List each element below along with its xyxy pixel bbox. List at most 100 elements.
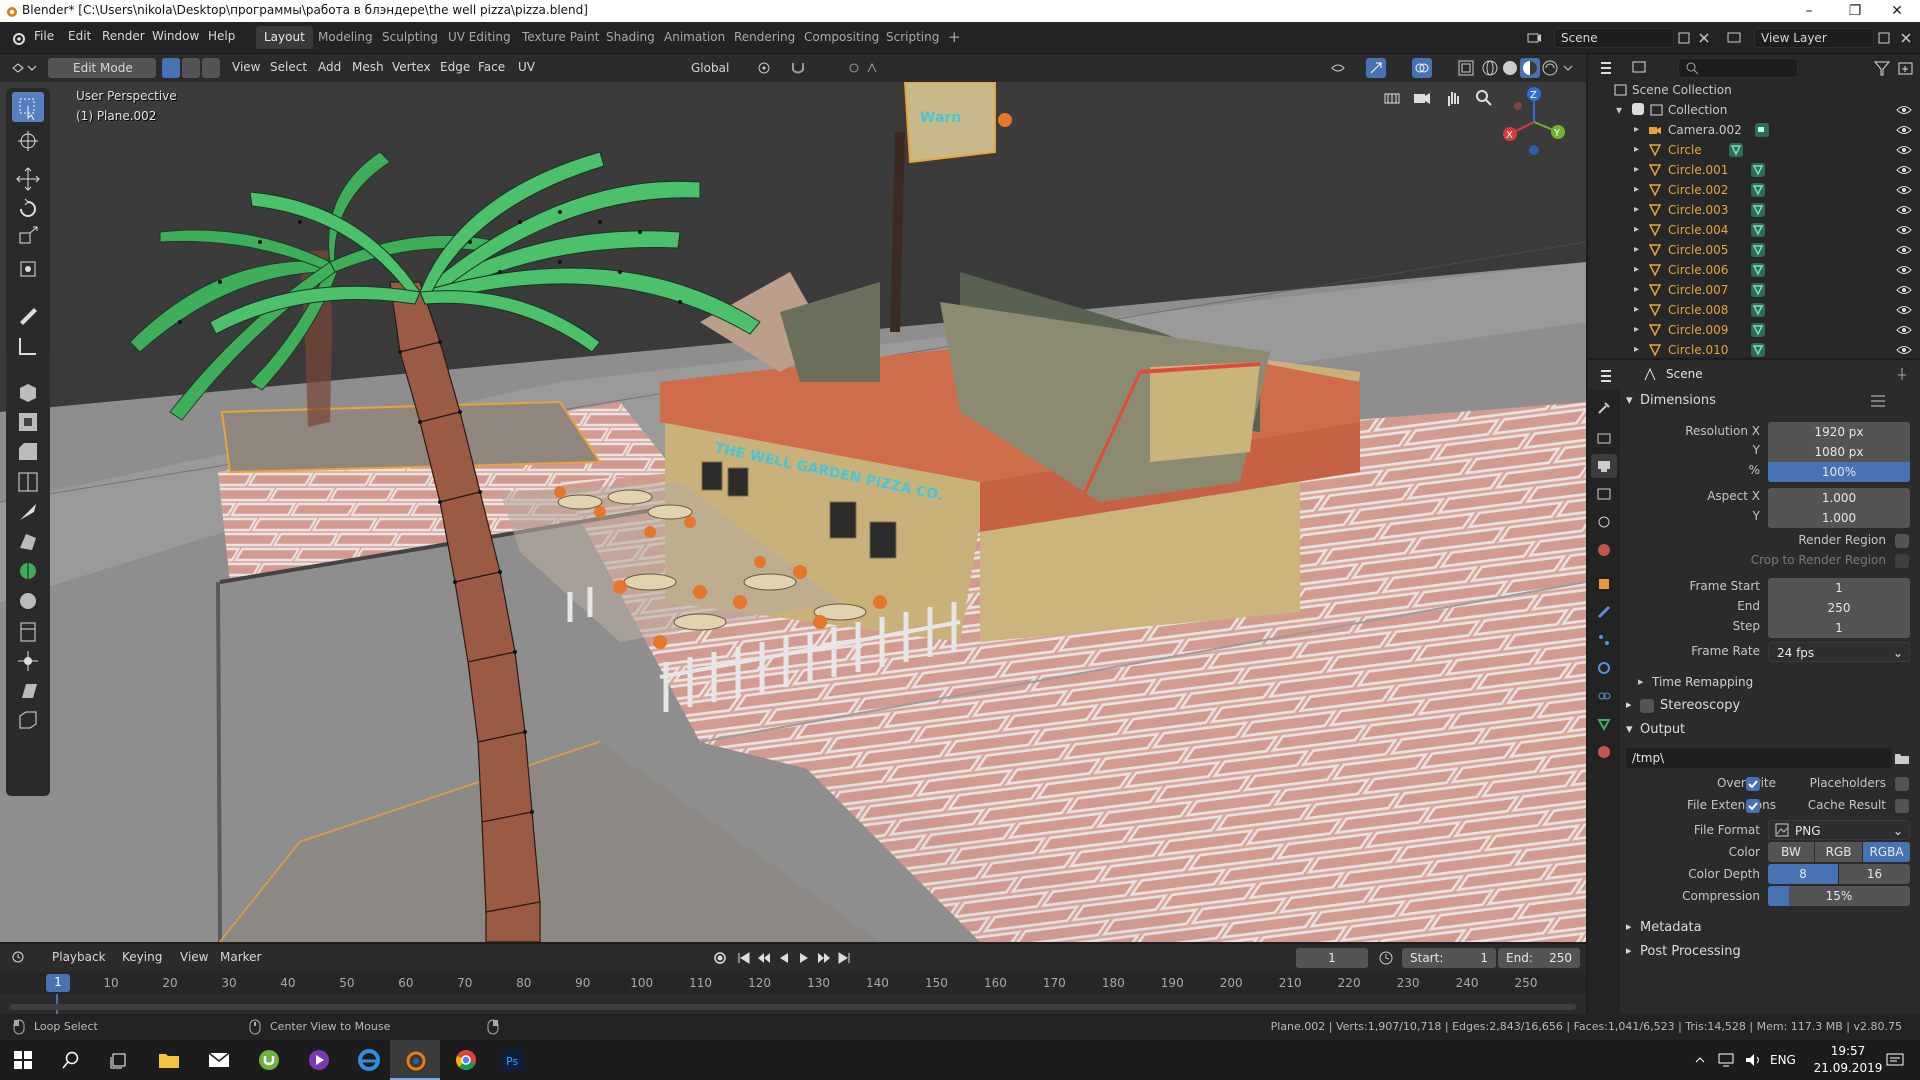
hidden-icons-chevron-icon[interactable] [1694,1054,1706,1066]
constraints-tab-icon[interactable] [1596,688,1612,704]
annotate-tool[interactable] [12,300,44,330]
zoom-view-icon[interactable] [1474,88,1494,108]
select-box-tool[interactable] [12,92,44,122]
color-bw-button[interactable]: BW [1768,842,1814,862]
scene-icon[interactable] [1526,30,1542,46]
expand-item-icon[interactable]: ▸ [1634,180,1639,200]
frame-step-field[interactable]: 1 [1768,618,1910,638]
action-center-icon[interactable] [1886,1052,1904,1068]
cursor-tool[interactable] [12,126,44,156]
post-processing-title[interactable]: Post Processing [1640,944,1741,959]
eye-icon[interactable] [1896,103,1912,117]
frame-start-field[interactable]: 1 [1768,578,1910,598]
metadata-toggle-icon[interactable]: ▸ [1626,920,1632,933]
end-frame-field[interactable]: End: 250 [1498,948,1580,968]
expand-item-icon[interactable]: ▸ [1634,120,1639,140]
viewport-3d[interactable]: THE WELL GARDEN PIZZA CO. Warn Z Y X [0,82,1586,942]
transform-orientation-dropdown[interactable]: Global [670,58,748,78]
pivot-point-icon[interactable] [756,60,786,76]
network-icon[interactable] [1718,1052,1736,1068]
data-tab-icon[interactable] [1596,716,1612,732]
tab-sculpting[interactable]: Sculpting [374,26,446,49]
outliner-scene-collection[interactable]: Scene Collection [1588,80,1920,100]
object-tab-icon[interactable] [1596,576,1612,592]
search-icon[interactable] [62,1051,80,1069]
placeholders-checkbox[interactable] [1895,777,1909,791]
mesh-data-icon[interactable] [1750,182,1766,198]
wireframe-shading-icon[interactable] [1480,58,1500,78]
mesh-data-icon[interactable] [1728,142,1744,158]
outliner-item[interactable]: ▸ Circle.005 [1588,240,1920,260]
menu-window[interactable]: Window [152,29,199,43]
preview-range-clock-icon[interactable] [1378,950,1394,966]
new-view-layer-icon[interactable] [1876,30,1892,46]
compression-slider[interactable]: 15% [1768,886,1910,906]
tab-shading[interactable]: Shading [598,26,663,49]
mesh-data-icon[interactable] [1750,162,1766,178]
clock-date[interactable]: 21.09.2019 [1812,1061,1884,1075]
color-depth-16-button[interactable]: 16 [1839,864,1910,884]
bevel-tool[interactable] [12,436,44,466]
scale-tool[interactable] [12,224,44,254]
clock-time[interactable]: 19:57 [1818,1044,1878,1058]
folder-icon[interactable] [1894,750,1910,766]
photoshop-icon[interactable]: Ps [502,1049,524,1071]
frame-rate-dropdown[interactable]: 24 fps ⌄ [1768,642,1910,662]
expand-item-icon[interactable]: ▸ [1634,200,1639,220]
extrude-tool[interactable] [12,376,44,406]
tab-rendering[interactable]: Rendering [726,26,803,49]
transform-tool[interactable] [12,254,44,284]
pin-icon[interactable] [1894,366,1910,382]
minimize-button[interactable]: – [1786,0,1832,22]
material-shading-icon[interactable] [1520,58,1540,78]
shading-options-icon[interactable] [1562,62,1574,74]
toggle-camera-view-icon[interactable] [1382,88,1402,108]
record-icon[interactable] [712,950,728,966]
rendered-shading-icon[interactable] [1540,58,1560,78]
windows-start-icon[interactable] [14,1051,32,1069]
outliner-item[interactable]: ▸ Circle [1588,140,1920,160]
rotate-tool[interactable] [12,194,44,224]
menu-vertex[interactable]: Vertex [392,60,431,74]
scene-selector[interactable]: Scene [1554,28,1674,48]
resolution-x-field[interactable]: 1920 px [1768,422,1910,442]
menu-edit[interactable]: Edit [68,29,91,43]
expand-item-icon[interactable]: ▸ [1634,300,1639,320]
poly-build-tool[interactable] [12,526,44,556]
outliner-item[interactable]: ▸ Circle.007 [1588,280,1920,300]
mesh-data-icon[interactable] [1750,322,1766,338]
timeline-ruler[interactable]: 1102030405060708090100110120130140150160… [0,972,1586,994]
stereoscopy-checkbox[interactable] [1640,699,1654,713]
dimensions-toggle-icon[interactable]: ▾ [1626,393,1633,408]
outliner-item[interactable]: ▸ Circle.008 [1588,300,1920,320]
view-layer-icon[interactable] [1726,30,1742,46]
file-explorer-icon[interactable] [158,1050,180,1070]
tab-animation[interactable]: Animation [656,26,733,49]
jump-end-icon[interactable] [836,950,852,966]
gizmo-toggle-icon[interactable] [1366,58,1386,78]
next-keyframe-icon[interactable] [816,950,832,966]
outliner-editor-type-icon[interactable] [1598,58,1628,78]
menu-marker[interactable]: Marker [220,950,261,964]
eye-icon[interactable] [1896,243,1912,257]
snap-icon[interactable] [790,60,830,76]
menu-keying[interactable]: Keying [122,950,162,964]
add-workspace-icon[interactable]: + [940,26,969,49]
stereoscopy-toggle-icon[interactable]: ▸ [1626,698,1632,711]
expand-item-icon[interactable]: ▸ [1634,220,1639,240]
new-scene-icon[interactable] [1676,30,1692,46]
media-player-icon[interactable] [308,1049,330,1071]
outliner-item[interactable]: ▸ Circle.001 [1588,160,1920,180]
outliner-item[interactable]: ▸ Circle.006 [1588,260,1920,280]
new-collection-icon[interactable] [1896,58,1916,78]
current-frame-field[interactable]: 1 [1296,948,1368,968]
editor-type-icon[interactable] [10,60,36,76]
collection-enable-checkbox[interactable] [1632,103,1644,115]
mesh-data-icon[interactable] [1750,202,1766,218]
measure-tool[interactable] [12,330,44,360]
inset-faces-tool[interactable] [12,406,44,436]
color-rgba-button[interactable]: RGBA [1863,842,1910,862]
spin-tool[interactable] [12,556,44,586]
aspect-x-field[interactable]: 1.000 [1768,488,1910,508]
eye-icon[interactable] [1896,343,1912,357]
